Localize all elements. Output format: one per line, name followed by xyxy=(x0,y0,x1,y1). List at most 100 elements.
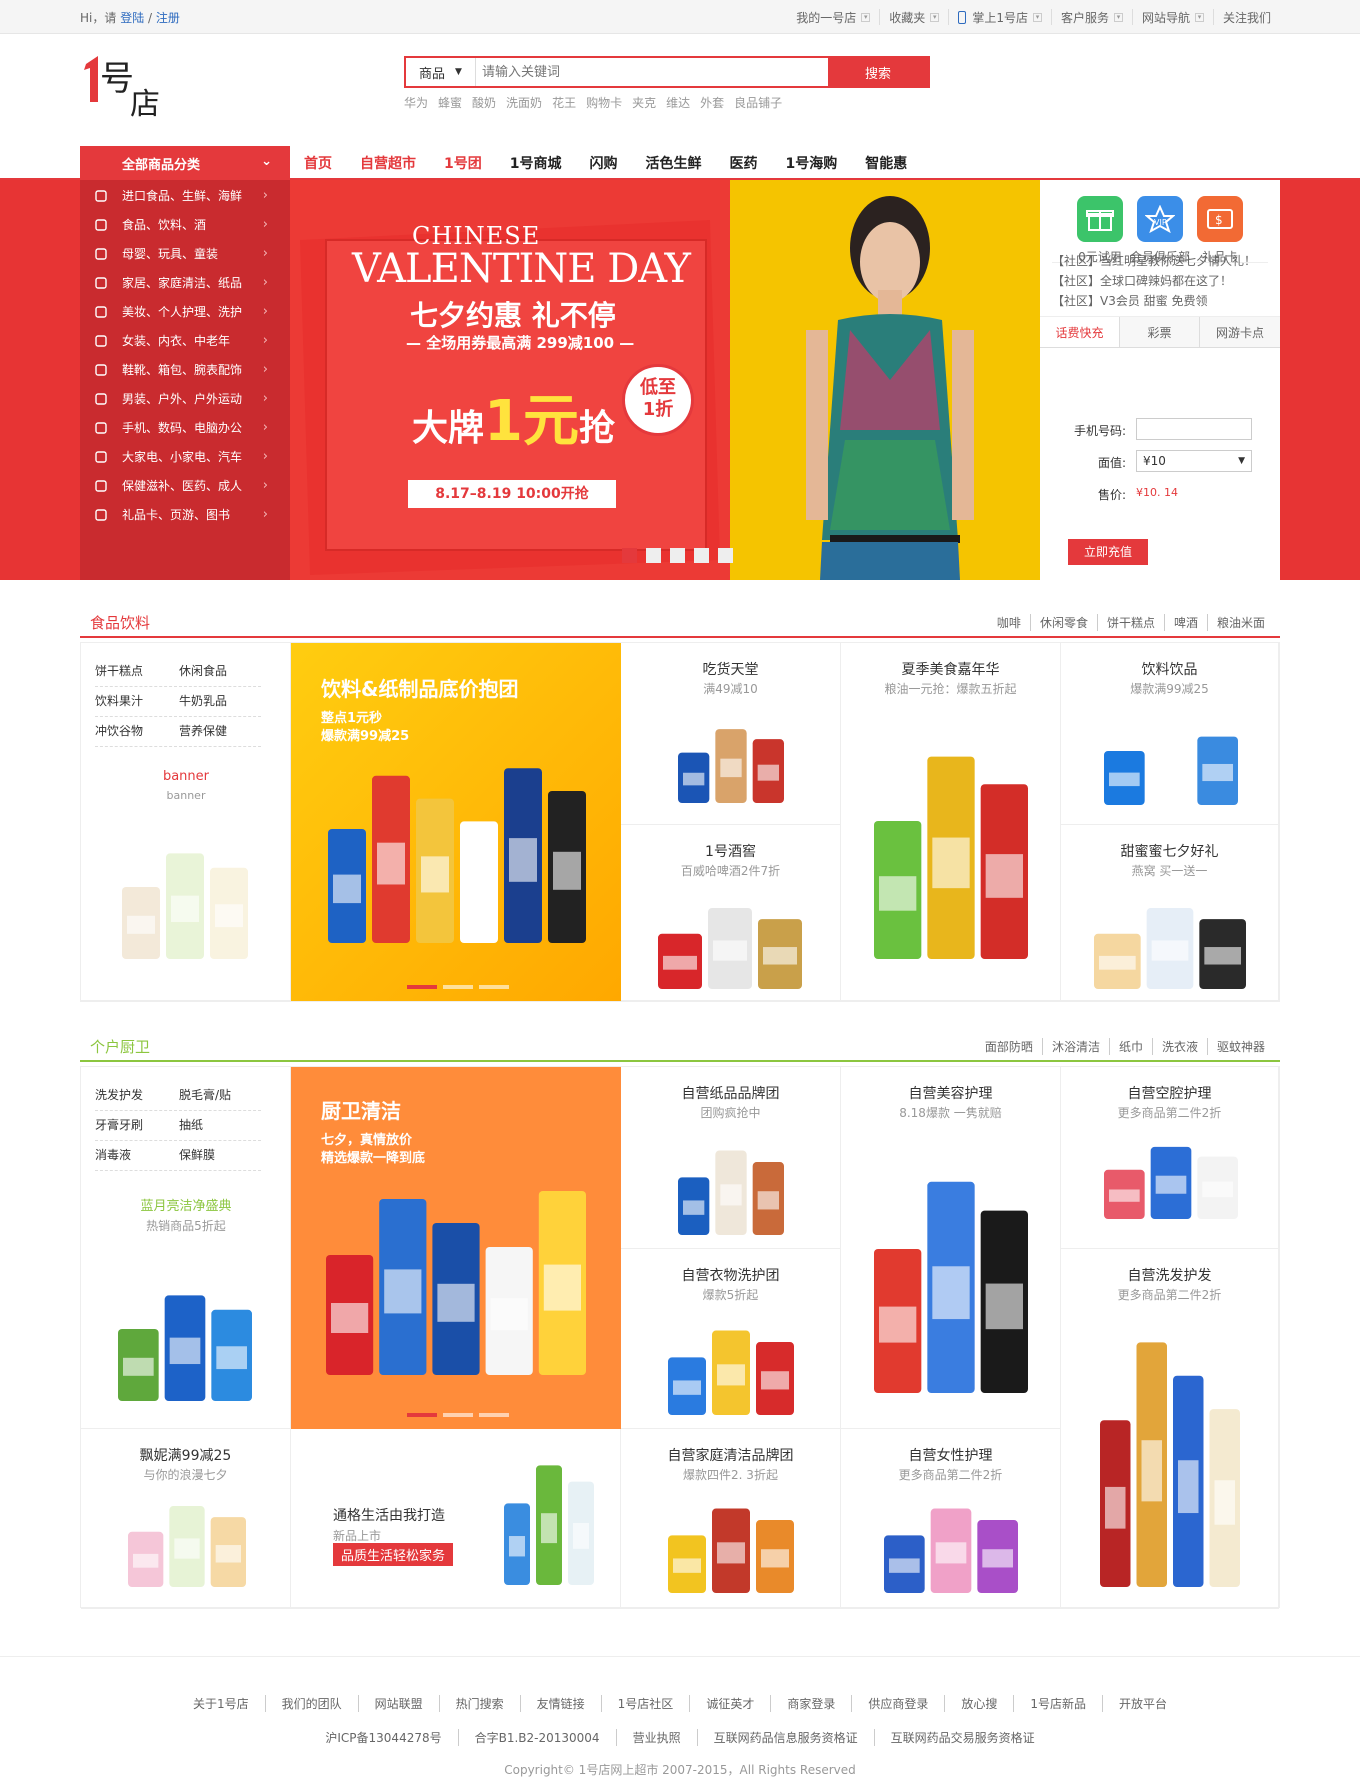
product-image[interactable] xyxy=(1101,715,1241,805)
product-cell[interactable]: 夏季美食嘉年华 粮油一元抢：爆款五折起 xyxy=(841,643,1061,1001)
footer-link[interactable]: 诚征英才 xyxy=(689,1695,770,1712)
site-nav-menu[interactable]: 网站导航 ▾ xyxy=(1131,9,1213,25)
search-button[interactable]: 搜索 xyxy=(828,58,928,86)
product-image[interactable] xyxy=(675,719,787,803)
sidebar-item[interactable]: 男装、户外、户外运动 › xyxy=(80,384,290,413)
carousel-dot[interactable] xyxy=(443,985,473,989)
phone-input[interactable] xyxy=(1136,418,1252,440)
hot-word-link[interactable]: 维达 xyxy=(666,94,690,111)
product-cell[interactable]: 自营洗发护发 更多商品第二件2折 xyxy=(1061,1249,1279,1609)
nav-link[interactable]: 1号团 xyxy=(430,146,496,180)
product-cell[interactable]: 1号酒窖 百威哈啤酒2件7折 xyxy=(621,825,841,1001)
carousel-dot[interactable] xyxy=(479,1413,509,1417)
nav-link[interactable]: 自营超市 xyxy=(346,146,430,180)
product-image[interactable] xyxy=(881,1497,1021,1593)
sub-category-link[interactable]: 冲饮谷物 xyxy=(95,715,177,747)
product-cell[interactable]: 饮料饮品 爆款满99减25 xyxy=(1061,643,1279,825)
footer-link[interactable]: 友情链接 xyxy=(519,1695,601,1712)
footer-link[interactable]: 关于1号店 xyxy=(177,1695,265,1712)
footer-license-link[interactable]: 合字B1.B2-20130004 xyxy=(457,1729,616,1746)
register-link[interactable]: 注册 xyxy=(156,11,180,25)
sidebar-item[interactable]: 食品、饮料、酒 › xyxy=(80,210,290,239)
footer-license-link[interactable]: 互联网药品信息服务资格证 xyxy=(696,1729,874,1746)
footer-link[interactable]: 供应商登录 xyxy=(851,1695,944,1712)
product-cell[interactable]: 自营衣物洗护团 爆款5折起 xyxy=(621,1249,841,1429)
hot-word-link[interactable]: 华为 xyxy=(404,94,428,111)
section-tag-link[interactable]: 驱蚊神器 xyxy=(1206,1038,1274,1055)
product-cell[interactable]: 飘妮满99减25 与你的浪漫七夕 xyxy=(81,1429,291,1609)
footer-license-link[interactable]: 互联网药品交易服务资格证 xyxy=(873,1729,1051,1746)
news-item[interactable]: 【社区】全球口碑辣妈都在这了！ xyxy=(1052,272,1232,289)
section-tag-link[interactable]: 粮油米面 xyxy=(1206,614,1274,631)
tab-phone-recharge[interactable]: 话费快充 xyxy=(1040,317,1120,347)
product-image[interactable] xyxy=(1091,897,1249,989)
nav-link[interactable]: 1号商城 xyxy=(496,146,576,180)
product-image[interactable] xyxy=(115,1281,255,1401)
carousel-dot[interactable] xyxy=(694,548,709,563)
product-image[interactable] xyxy=(323,1175,589,1375)
product-cell[interactable]: 自营美容护理 8.18爆款 一隽就赔 xyxy=(841,1067,1061,1429)
sub-category-link[interactable]: 饮料果汁 xyxy=(95,685,177,717)
news-item[interactable]: 【社区】V3会员 甜蜜 免费领 xyxy=(1052,292,1207,309)
product-image[interactable] xyxy=(665,1319,797,1415)
product-image[interactable] xyxy=(655,897,805,989)
footer-license-link[interactable]: 营业执照 xyxy=(615,1729,697,1746)
home-promo-banner[interactable]: 厨卫清洁 七夕，真情放价 精选爆款一降到底 xyxy=(291,1067,621,1429)
carousel-dot[interactable] xyxy=(479,985,509,989)
sidebar-item[interactable]: 保健滋补、医药、成人 › xyxy=(80,471,290,500)
carousel-dot[interactable] xyxy=(407,1413,437,1417)
sub-category-link[interactable]: 消毒液 xyxy=(95,1139,177,1171)
section-tag-link[interactable]: 休闲零食 xyxy=(1029,614,1097,631)
follow-us-link[interactable]: 关注我们 xyxy=(1212,9,1280,25)
my-store-menu[interactable]: 我的一号店 ▾ xyxy=(787,9,879,25)
product-image[interactable] xyxy=(119,839,251,959)
left-banner-title[interactable]: 蓝月亮洁净盛典 xyxy=(81,1195,290,1214)
sidebar-item[interactable]: 礼品卡、页游、图书 › xyxy=(80,500,290,529)
hot-word-link[interactable]: 夹克 xyxy=(632,94,656,111)
tab-game-card[interactable]: 网游卡点 xyxy=(1200,317,1280,347)
food-promo-banner[interactable]: 饮料&纸制品底价抱团 整点1元秒 爆款满99减25 xyxy=(291,643,621,1001)
product-image[interactable] xyxy=(675,1139,787,1235)
value-select[interactable]: ¥10 ▼ xyxy=(1136,450,1252,472)
nav-link[interactable]: 医药 xyxy=(716,146,772,180)
product-cell[interactable]: 自营家庭清洁品牌团 爆款四件2. 3折起 xyxy=(621,1429,841,1609)
product-cell[interactable]: 吃货天堂 满49减10 xyxy=(621,643,841,825)
product-cell[interactable]: 甜蜜蜜七夕好礼 燕窝 买一送一 xyxy=(1061,825,1279,1001)
footer-license-link[interactable]: 沪ICP备13044278号 xyxy=(309,1729,457,1746)
nav-link[interactable]: 智能惠 xyxy=(851,146,921,180)
sidebar-item[interactable]: 美妆、个人护理、洗护 › xyxy=(80,297,290,326)
product-image[interactable] xyxy=(325,753,589,943)
sub-category-link[interactable]: 饼干糕点 xyxy=(95,655,177,687)
recharge-button[interactable]: 立即充值 xyxy=(1068,539,1148,565)
sidebar-item[interactable]: 母婴、玩具、童装 › xyxy=(80,239,290,268)
promo-carousel[interactable]: CHINESE VALENTINE DAY 七夕约惠 礼不停 — 全场用券最高满… xyxy=(290,180,1040,580)
sub-category-link[interactable]: 休闲食品 xyxy=(179,655,261,687)
section-tag-link[interactable]: 纸巾 xyxy=(1108,1038,1152,1055)
store-logo[interactable]: 号 店 xyxy=(80,50,166,122)
hot-word-link[interactable]: 花王 xyxy=(552,94,576,111)
news-item[interactable]: 【社区】当红明星教你送七夕情人礼！ xyxy=(1052,252,1256,269)
footer-link[interactable]: 放心搜 xyxy=(944,1695,1013,1712)
sub-category-link[interactable]: 牛奶乳品 xyxy=(179,685,261,717)
hot-word-link[interactable]: 酸奶 xyxy=(472,94,496,111)
footer-link[interactable]: 1号店新品 xyxy=(1013,1695,1102,1712)
carousel-dot[interactable] xyxy=(670,548,685,563)
nav-link[interactable]: 活色生鲜 xyxy=(632,146,716,180)
hot-word-link[interactable]: 蜂蜜 xyxy=(438,94,462,111)
carousel-dot[interactable] xyxy=(718,548,733,563)
sub-category-link[interactable]: 牙膏牙刷 xyxy=(95,1109,177,1141)
login-link[interactable]: 登陆 xyxy=(120,11,144,25)
nav-link[interactable]: 闪购 xyxy=(576,146,632,180)
footer-link[interactable]: 1号店社区 xyxy=(600,1695,690,1712)
product-image[interactable] xyxy=(871,729,1031,959)
hot-word-link[interactable]: 购物卡 xyxy=(586,94,622,111)
section-tag-link[interactable]: 咖啡 xyxy=(988,614,1030,631)
sidebar-item[interactable]: 手机、数码、电脑办公 › xyxy=(80,413,290,442)
carousel-dot[interactable] xyxy=(407,985,437,989)
product-image[interactable] xyxy=(125,1495,249,1587)
sub-category-link[interactable]: 保鲜膜 xyxy=(179,1139,261,1171)
sidebar-item[interactable]: 进口食品、生鲜、海鲜 › xyxy=(80,181,290,210)
customer-service-menu[interactable]: 客户服务 ▾ xyxy=(1050,9,1132,25)
carousel-dot[interactable] xyxy=(443,1413,473,1417)
tab-lottery[interactable]: 彩票 xyxy=(1120,317,1200,347)
